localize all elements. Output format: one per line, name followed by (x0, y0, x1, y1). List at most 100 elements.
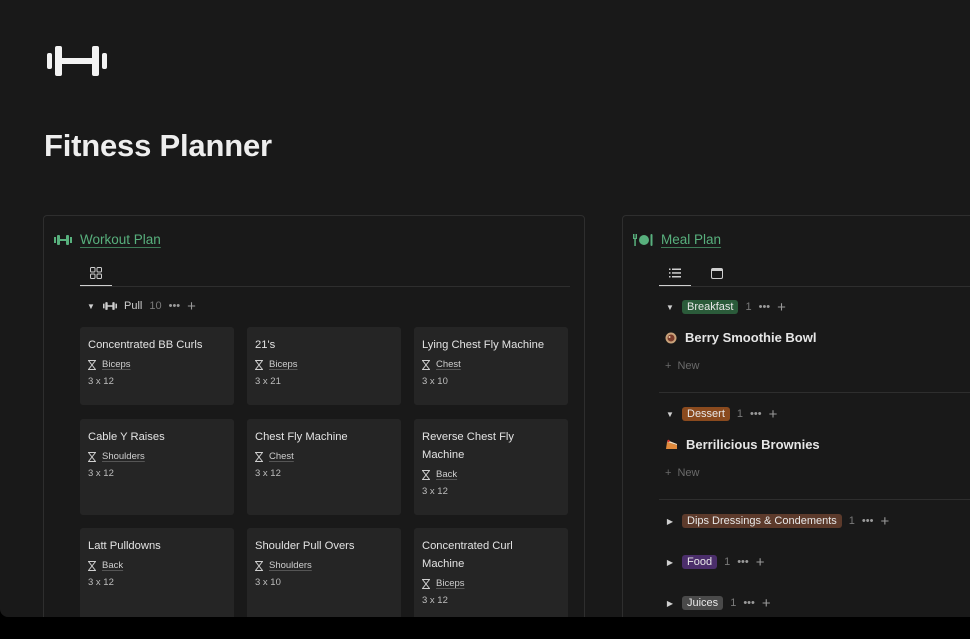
muscle-tag-label[interactable]: Back (102, 560, 123, 571)
tab-list-view[interactable] (659, 260, 691, 287)
add-card-button[interactable]: + (187, 299, 196, 314)
exercise-card[interactable]: Concentrated BB Curls Biceps 3 x 12 (80, 327, 234, 405)
hourglass-icon (255, 451, 263, 462)
exercise-sets: 3 x 12 (88, 577, 114, 588)
group-tag: Juices (682, 596, 724, 610)
muscle-tag: Chest (422, 359, 560, 370)
new-item-button[interactable]: + New (665, 467, 699, 479)
add-item-button[interactable]: + (756, 555, 765, 570)
group-count: 1 (745, 301, 752, 313)
fitness-planner-page: Fitness Planner Workout Plan ▼ Pull 10 •… (0, 0, 970, 617)
add-item-button[interactable]: + (762, 596, 771, 611)
meal-group-juices[interactable]: ▶ Juices 1 ••• + (665, 596, 771, 611)
muscle-tag-label[interactable]: Chest (269, 451, 294, 462)
group-pull-header[interactable]: ▼ Pull 10 ••• + (86, 299, 196, 314)
smoothie-bowl-icon (665, 332, 677, 343)
muscle-tag-label[interactable]: Back (436, 469, 457, 480)
group-count: 1 (736, 408, 744, 420)
muscle-tag-label[interactable]: Shoulders (269, 560, 312, 571)
group-tag: Breakfast (682, 300, 739, 314)
exercise-name: Latt Pulldowns (88, 540, 161, 552)
hourglass-icon (88, 451, 96, 462)
meal-view-tabs (659, 260, 733, 287)
exercise-card[interactable]: 21's Biceps 3 x 21 (247, 327, 401, 405)
muscle-tag-label[interactable]: Biceps (436, 578, 465, 589)
more-options-button[interactable]: ••• (862, 515, 874, 527)
hourglass-icon (88, 359, 96, 370)
exercise-sets: 3 x 12 (255, 468, 281, 479)
hourglass-icon (88, 560, 96, 571)
workout-plan-link[interactable]: Workout Plan (80, 232, 161, 247)
meal-group-dessert[interactable]: ▼ Dessert 1 ••• + (665, 407, 778, 422)
new-item-label: New (677, 467, 700, 479)
exercise-name: Reverse Chest Fly Machine (422, 431, 515, 461)
hourglass-icon (422, 578, 430, 589)
cake-slice-icon (666, 439, 677, 449)
tab-divider (80, 286, 570, 287)
add-item-button[interactable]: + (777, 300, 786, 315)
meal-group-food[interactable]: ▶ Food 1 ••• + (665, 555, 765, 570)
meal-item[interactable]: Berry Smoothie Bowl (665, 330, 816, 345)
add-item-button[interactable]: + (769, 407, 778, 422)
exercise-sets: 3 x 21 (255, 376, 281, 387)
exercise-card[interactable]: Cable Y Raises Shoulders 3 x 12 (80, 419, 234, 515)
muscle-tag: Chest (255, 451, 393, 462)
meal-item-title: Berrilicious Brownies (686, 437, 820, 452)
hourglass-icon (422, 469, 430, 480)
exercise-card[interactable]: Concentrated Curl Machine Biceps 3 x 12 (414, 528, 568, 617)
meal-group-dips[interactable]: ▶ Dips Dressings & Condements 1 ••• + (665, 514, 889, 529)
new-item-button[interactable]: + New (665, 360, 699, 372)
add-item-button[interactable]: + (880, 514, 889, 529)
list-icon (669, 268, 681, 278)
collapse-triangle-icon[interactable]: ▼ (86, 302, 96, 311)
muscle-tag-label[interactable]: Biceps (102, 359, 131, 370)
hourglass-icon (255, 359, 263, 370)
meal-group-breakfast[interactable]: ▼ Breakfast 1 ••• + (665, 300, 786, 315)
group-divider (659, 392, 970, 393)
more-options-button[interactable]: ••• (750, 408, 762, 420)
more-options-button[interactable]: ••• (743, 597, 755, 609)
hourglass-icon (255, 560, 263, 571)
exercise-sets: 3 x 10 (255, 577, 281, 588)
muscle-tag-label[interactable]: Shoulders (102, 451, 145, 462)
exercise-card[interactable]: Lying Chest Fly Machine Chest 3 x 10 (414, 327, 568, 405)
more-options-button[interactable]: ••• (169, 300, 181, 312)
more-options-button[interactable]: ••• (737, 556, 749, 568)
muscle-tag: Back (88, 560, 226, 571)
workout-plan-header: Workout Plan (54, 232, 161, 247)
exercise-card[interactable]: Reverse Chest Fly Machine Back 3 x 12 (414, 419, 568, 515)
exercise-name: Cable Y Raises (88, 431, 165, 443)
tab-divider (659, 286, 970, 287)
dumbbell-icon (54, 234, 72, 245)
exercise-card[interactable]: Shoulder Pull Overs Shoulders 3 x 10 (247, 528, 401, 617)
group-tag: Dips Dressings & Condements (682, 514, 842, 528)
muscle-tag: Biceps (88, 359, 226, 370)
plus-icon: + (665, 360, 672, 372)
exercise-card[interactable]: Latt Pulldowns Back 3 x 12 (80, 528, 234, 617)
expand-triangle-icon[interactable]: ▶ (665, 517, 675, 526)
page-title: Fitness Planner (44, 128, 272, 163)
exercise-sets: 3 x 12 (422, 595, 448, 606)
tab-calendar-view[interactable] (701, 260, 733, 286)
muscle-tag-label[interactable]: Chest (436, 359, 461, 370)
exercise-name: Shoulder Pull Overs (255, 540, 355, 552)
collapse-triangle-icon[interactable]: ▼ (665, 410, 675, 419)
group-count: 1 (848, 515, 855, 527)
expand-triangle-icon[interactable]: ▶ (665, 599, 675, 608)
muscle-tag-label[interactable]: Biceps (269, 359, 298, 370)
workout-plan-panel: Workout Plan ▼ Pull 10 ••• + Concentrate… (43, 215, 585, 617)
exercise-sets: 3 x 12 (422, 486, 448, 497)
exercise-sets: 3 x 12 (88, 468, 114, 479)
calendar-icon (711, 268, 723, 279)
expand-triangle-icon[interactable]: ▶ (665, 558, 675, 567)
meal-plan-link[interactable]: Meal Plan (661, 232, 721, 247)
exercise-sets: 3 x 12 (88, 376, 114, 387)
muscle-tag: Biceps (422, 578, 560, 589)
collapse-triangle-icon[interactable]: ▼ (665, 303, 675, 312)
tab-gallery-view[interactable] (80, 260, 112, 287)
group-count: 1 (730, 597, 737, 609)
exercise-card[interactable]: Chest Fly Machine Chest 3 x 12 (247, 419, 401, 515)
more-options-button[interactable]: ••• (759, 301, 771, 313)
meal-item[interactable]: Berrilicious Brownies (665, 437, 820, 452)
group-count: 10 (149, 300, 162, 312)
